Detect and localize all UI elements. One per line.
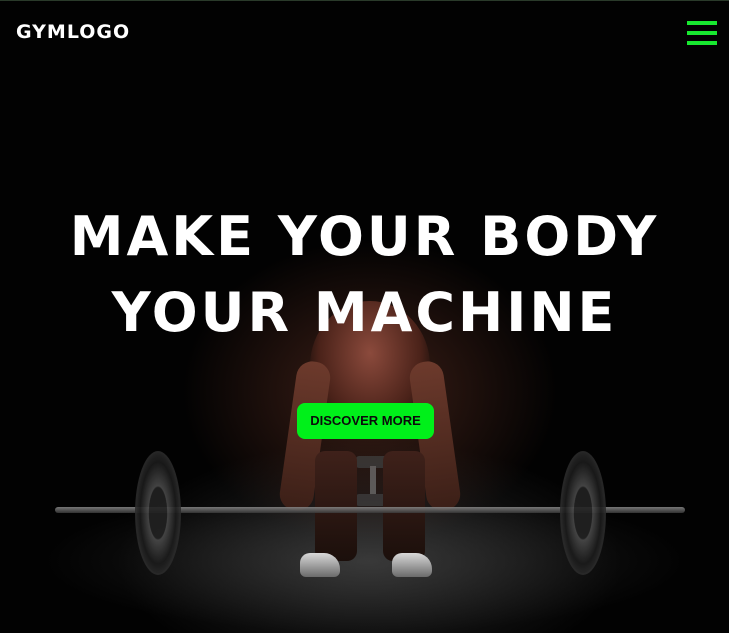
menu-line: [687, 31, 717, 35]
barbell-plate-right: [560, 451, 606, 575]
page: GYMLOGO MAKE YOUR BODY YOUR MACHINE DISC…: [0, 0, 729, 633]
hero-title: MAKE YOUR BODY YOUR MACHINE: [0, 199, 729, 351]
menu-line: [687, 41, 717, 45]
hamburger-menu-icon[interactable]: [687, 21, 717, 47]
navbar: GYMLOGO: [0, 1, 729, 65]
barbell-plate-left: [135, 451, 181, 575]
menu-line: [687, 21, 717, 25]
hero-title-line-2: YOUR MACHINE: [111, 281, 618, 344]
discover-more-button[interactable]: DISCOVER MORE: [297, 403, 434, 439]
hero-title-line-1: MAKE YOUR BODY: [69, 205, 660, 268]
site-logo[interactable]: GYMLOGO: [16, 21, 130, 43]
